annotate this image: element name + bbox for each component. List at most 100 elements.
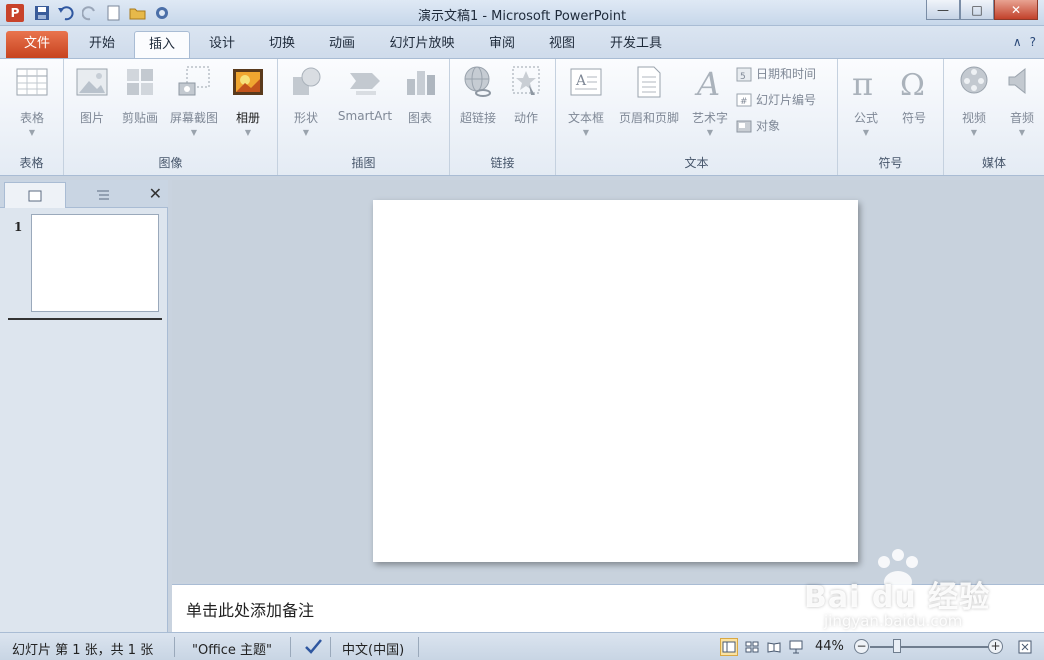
zoom-out-button[interactable]: −	[854, 639, 869, 654]
screenshot-button[interactable]: 屏幕截图 ▼	[166, 65, 222, 137]
slide-canvas[interactable]	[373, 200, 858, 562]
photo-album-button[interactable]: 相册 ▼	[220, 65, 276, 137]
action-button[interactable]: 动作	[498, 65, 554, 126]
reading-view-icon[interactable]	[765, 638, 783, 656]
table-icon	[15, 65, 49, 99]
tab-animations[interactable]: 动画	[314, 31, 370, 58]
outline-tab-icon	[97, 190, 109, 200]
object-button[interactable]: 对象	[736, 117, 780, 134]
minimize-ribbon-icon[interactable]: ∧	[1013, 35, 1022, 49]
maximize-button[interactable]: □	[960, 0, 994, 20]
audio-label: 音频	[1009, 111, 1034, 125]
svg-text:π: π	[852, 65, 873, 99]
language-status[interactable]: 中文(中国)	[342, 639, 404, 658]
svg-text:5: 5	[740, 72, 746, 82]
group-label-text: 文本	[684, 156, 709, 170]
dropdown-arrow-icon: ▼	[706, 128, 714, 137]
slides-tab-icon	[28, 190, 42, 201]
spellcheck-icon[interactable]	[304, 637, 324, 659]
slide-number-button[interactable]: # 幻灯片编号	[736, 91, 816, 108]
clipart-button[interactable]: 剪贴画	[112, 65, 168, 126]
audio-button[interactable]: 音频 ▼	[994, 65, 1044, 137]
slideshow-view-icon[interactable]	[787, 638, 805, 656]
status-divider	[418, 637, 419, 657]
window-controls: — □ ✕	[926, 0, 1038, 20]
close-pane-icon[interactable]: ✕	[149, 184, 162, 203]
tab-review[interactable]: 审阅	[474, 31, 530, 58]
object-label: 对象	[756, 119, 781, 133]
svg-text:A: A	[694, 65, 720, 99]
photo-album-icon	[231, 65, 265, 99]
symbol-button[interactable]: Ω 符号	[886, 65, 942, 126]
datetime-button[interactable]: 5 日期和时间	[736, 65, 816, 82]
smartart-button[interactable]: SmartArt	[334, 65, 396, 123]
zoom-slider-track[interactable]	[870, 646, 990, 648]
film-reel-icon	[957, 65, 991, 99]
photo-album-label: 相册	[235, 111, 260, 125]
screenshot-icon	[177, 65, 211, 99]
shapes-button[interactable]: 形状 ▼	[278, 65, 334, 137]
shapes-label: 形状	[293, 111, 318, 125]
theme-status[interactable]: "Office 主题"	[192, 639, 272, 658]
pi-icon: π	[849, 65, 883, 103]
datetime-label: 日期和时间	[756, 67, 817, 81]
zoom-slider-thumb[interactable]	[893, 639, 901, 653]
group-label-media: 媒体	[981, 156, 1006, 170]
dropdown-arrow-icon: ▼	[190, 128, 198, 137]
zoom-in-button[interactable]: +	[988, 639, 1003, 654]
status-divider	[290, 637, 291, 657]
slide-thumbnail[interactable]	[31, 214, 159, 312]
tab-insert[interactable]: 插入	[134, 31, 190, 58]
tab-view[interactable]: 视图	[534, 31, 590, 58]
symbol-label: 符号	[901, 111, 926, 125]
slide-number: 1	[14, 220, 23, 234]
group-links: 超链接 动作 链接	[450, 59, 556, 175]
slide-sorter-view-icon[interactable]	[743, 638, 761, 656]
smartart-label: SmartArt	[337, 109, 393, 123]
dropdown-arrow-icon: ▼	[28, 128, 36, 137]
wordart-icon: A	[693, 65, 727, 103]
textbox-button[interactable]: A 文本框 ▼	[558, 65, 614, 137]
baidu-watermark: Bai du 经验 jingyan.baidu.com	[800, 548, 1040, 632]
tab-slideshow[interactable]: 幻灯片放映	[378, 31, 466, 58]
dropdown-arrow-icon: ▼	[302, 128, 310, 137]
tab-slides[interactable]	[4, 182, 66, 208]
clipart-icon	[123, 65, 157, 99]
normal-view-icon[interactable]	[720, 638, 738, 656]
minimize-button[interactable]: —	[926, 0, 960, 20]
clipart-label: 剪贴画	[121, 111, 158, 125]
tab-outline[interactable]	[72, 182, 134, 208]
action-star-icon	[509, 65, 543, 99]
group-images: 图片 剪贴画 屏幕截图 ▼ 相册 ▼ 图像	[64, 59, 278, 175]
tab-file[interactable]: 文件	[6, 31, 68, 58]
tab-developer[interactable]: 开发工具	[598, 31, 674, 58]
fit-to-window-icon[interactable]	[1016, 638, 1034, 656]
chart-button[interactable]: 图表	[392, 65, 448, 126]
watermark-url: jingyan.baidu.com	[824, 612, 963, 630]
group-tables: 表格 ▼ 表格	[0, 59, 64, 175]
dropdown-arrow-icon: ▼	[582, 128, 590, 137]
watermark-brand: Bai du 经验	[804, 580, 991, 615]
header-footer-label: 页眉和页脚	[618, 111, 679, 125]
status-divider	[330, 637, 331, 657]
help-icon[interactable]: ?	[1030, 35, 1036, 49]
zoom-level[interactable]: 44%	[815, 639, 844, 654]
tab-home[interactable]: 开始	[74, 31, 130, 58]
ribbon-tab-bar: 文件 开始 插入 设计 切换 动画 幻灯片放映 审阅 视图 开发工具 ∧ ?	[0, 26, 1044, 58]
group-label-symbols: 符号	[878, 156, 903, 170]
table-button[interactable]: 表格 ▼	[4, 65, 60, 137]
group-text: A 文本框 ▼ 页眉和页脚 A 艺术字 ▼ 5 日期和时间 # 幻灯片编号 对象…	[556, 59, 838, 175]
wordart-button[interactable]: A 艺术字 ▼	[682, 65, 738, 137]
tab-design[interactable]: 设计	[194, 31, 250, 58]
header-footer-button[interactable]: 页眉和页脚	[616, 65, 682, 126]
dropdown-arrow-icon: ▼	[244, 128, 252, 137]
insert-ribbon: 表格 ▼ 表格 图片 剪贴画 屏幕截图 ▼ 相册 ▼ 图像 形状 ▼ Smart…	[0, 58, 1044, 176]
tab-transitions[interactable]: 切换	[254, 31, 310, 58]
group-label-images: 图像	[158, 156, 183, 170]
dropdown-arrow-icon: ▼	[1018, 128, 1026, 137]
notes-placeholder: 单击此处添加备注	[186, 601, 315, 620]
close-button[interactable]: ✕	[994, 0, 1038, 20]
slide-count-status: 幻灯片 第 1 张，共 1 张	[12, 643, 154, 658]
hyperlink-globe-icon	[461, 65, 495, 99]
chart-label: 图表	[407, 111, 432, 125]
